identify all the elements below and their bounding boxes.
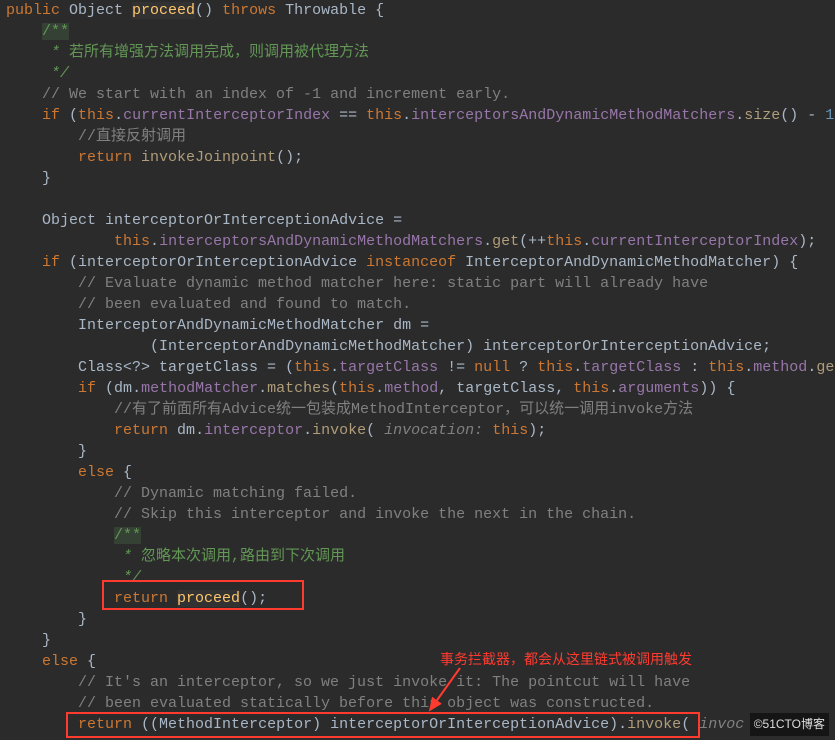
code-block: public Object proceed() throws Throwable… bbox=[0, 0, 835, 735]
annotation-text: 事务拦截器，都会从这里链式被调用触发 bbox=[440, 651, 692, 672]
watermark: ©51CTO博客 bbox=[750, 713, 829, 736]
